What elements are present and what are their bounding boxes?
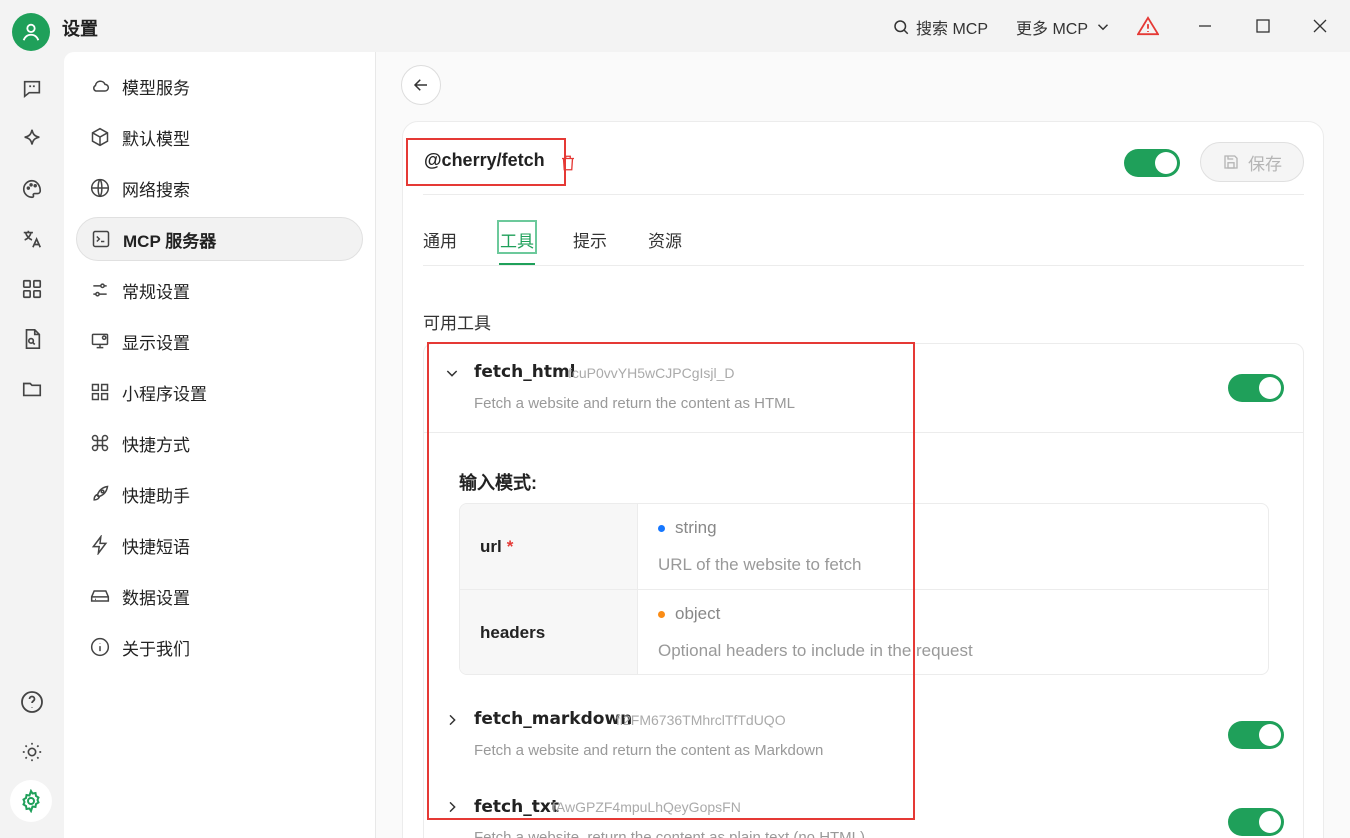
available-tools-title: 可用工具 — [423, 314, 491, 333]
file-search-icon[interactable] — [17, 324, 47, 354]
search-icon — [894, 20, 909, 35]
back-button[interactable] — [401, 65, 441, 105]
server-enable-toggle[interactable] — [1124, 149, 1180, 177]
command-icon — [91, 434, 109, 452]
arrow-left-icon — [413, 79, 427, 91]
delete-server-button[interactable] — [559, 153, 577, 178]
search-mcp-button[interactable]: 搜索 MCP — [892, 15, 988, 39]
menu-item-shortcuts[interactable]: 快捷方式 — [76, 421, 363, 465]
tool-enable-toggle[interactable] — [1228, 721, 1284, 749]
minimize-icon — [1199, 25, 1211, 27]
menu-item-miniapp-settings[interactable]: 小程序设置 — [76, 370, 363, 414]
menu-item-label: 快捷方式 — [122, 435, 190, 455]
trash-icon — [562, 155, 574, 171]
user-avatar-icon[interactable] — [12, 13, 50, 51]
save-icon — [1224, 155, 1238, 169]
save-label: 保存 — [1248, 154, 1282, 174]
app-title: 设置 — [62, 19, 98, 39]
header-divider — [423, 194, 1304, 195]
close-button[interactable] — [1305, 12, 1335, 40]
help-icon[interactable] — [17, 687, 47, 717]
settings-menu: 模型服务 默认模型 网络搜索 MCP 服务器 常规设置 显示设置 小程序设置 快… — [64, 52, 376, 838]
menu-item-label: 关于我们 — [122, 639, 190, 659]
highlight-box-tools-tab — [497, 220, 537, 254]
menu-item-label: MCP 服务器 — [123, 231, 217, 251]
grid-icon — [91, 383, 109, 401]
search-mcp-label: 搜索 MCP — [916, 21, 989, 38]
tab-general[interactable]: 通用 — [423, 227, 457, 252]
chevron-down-icon — [1097, 24, 1109, 31]
more-mcp-label: 更多 MCP — [1016, 21, 1089, 38]
tabs-divider — [423, 265, 1304, 266]
minimize-button[interactable] — [1190, 12, 1220, 40]
menu-item-label: 常规设置 — [122, 282, 190, 302]
menu-item-label: 快捷短语 — [122, 537, 190, 557]
cloud-icon — [93, 80, 109, 92]
sparkle-icon[interactable] — [17, 124, 47, 154]
maximize-icon — [1256, 19, 1270, 33]
maximize-button[interactable] — [1248, 12, 1278, 40]
menu-item-quick-assistant[interactable]: 快捷助手 — [76, 472, 363, 516]
cube-icon — [91, 127, 109, 147]
hard-drive-icon — [90, 590, 110, 602]
sliders-icon — [93, 283, 107, 297]
main-content: @cherry/fetch 保存 通用 工具 提示 资源 可用工具 fetch_… — [376, 52, 1350, 838]
apps-grid-icon[interactable] — [17, 274, 47, 304]
palette-icon[interactable] — [17, 174, 47, 204]
icon-rail — [0, 52, 64, 838]
tool-enable-toggle[interactable] — [1228, 374, 1284, 402]
menu-item-label: 模型服务 — [122, 78, 190, 98]
menu-item-about[interactable]: 关于我们 — [76, 625, 363, 669]
menu-item-general-settings[interactable]: 常规设置 — [76, 268, 363, 312]
menu-item-default-model[interactable]: 默认模型 — [76, 115, 363, 159]
tool-description: Fetch a website, return the content as p… — [474, 829, 866, 838]
close-icon — [1313, 19, 1327, 33]
title-bar: 设置 搜索 MCP 更多 MCP — [0, 0, 1350, 52]
menu-item-label: 快捷助手 — [122, 486, 190, 506]
menu-item-quick-phrases[interactable]: 快捷短语 — [76, 523, 363, 567]
highlight-box-tools — [427, 342, 915, 820]
menu-item-model-service[interactable]: 模型服务 — [76, 64, 363, 108]
sun-icon[interactable] — [17, 737, 47, 767]
warning-button[interactable] — [1133, 12, 1163, 40]
zap-icon — [91, 535, 108, 555]
menu-item-data-settings[interactable]: 数据设置 — [76, 574, 363, 618]
info-icon — [90, 637, 110, 657]
menu-item-label: 小程序设置 — [122, 384, 207, 404]
settings-gear-icon[interactable] — [10, 780, 52, 822]
tool-enable-toggle[interactable] — [1228, 808, 1284, 836]
menu-item-label: 网络搜索 — [122, 180, 190, 200]
globe-icon — [90, 178, 110, 198]
save-button[interactable]: 保存 — [1200, 142, 1304, 182]
highlight-box-server-name — [406, 138, 566, 186]
menu-item-display-settings[interactable]: 显示设置 — [76, 319, 363, 363]
tab-prompts[interactable]: 提示 — [573, 227, 607, 252]
menu-item-web-search[interactable]: 网络搜索 — [76, 166, 363, 210]
translate-icon[interactable] — [17, 224, 47, 254]
chat-icon[interactable] — [17, 74, 47, 104]
folder-icon[interactable] — [17, 374, 47, 404]
more-mcp-dropdown[interactable]: 更多 MCP — [1016, 15, 1112, 39]
menu-item-label: 数据设置 — [122, 588, 190, 608]
menu-item-label: 显示设置 — [122, 333, 190, 353]
tab-resources[interactable]: 资源 — [648, 227, 682, 252]
rocket-icon — [93, 485, 109, 501]
warning-icon — [1137, 16, 1159, 36]
menu-item-label: 默认模型 — [122, 129, 190, 149]
menu-item-mcp-servers[interactable]: MCP 服务器 — [76, 217, 363, 261]
monitor-settings-icon — [91, 333, 109, 349]
terminal-icon — [92, 230, 110, 248]
